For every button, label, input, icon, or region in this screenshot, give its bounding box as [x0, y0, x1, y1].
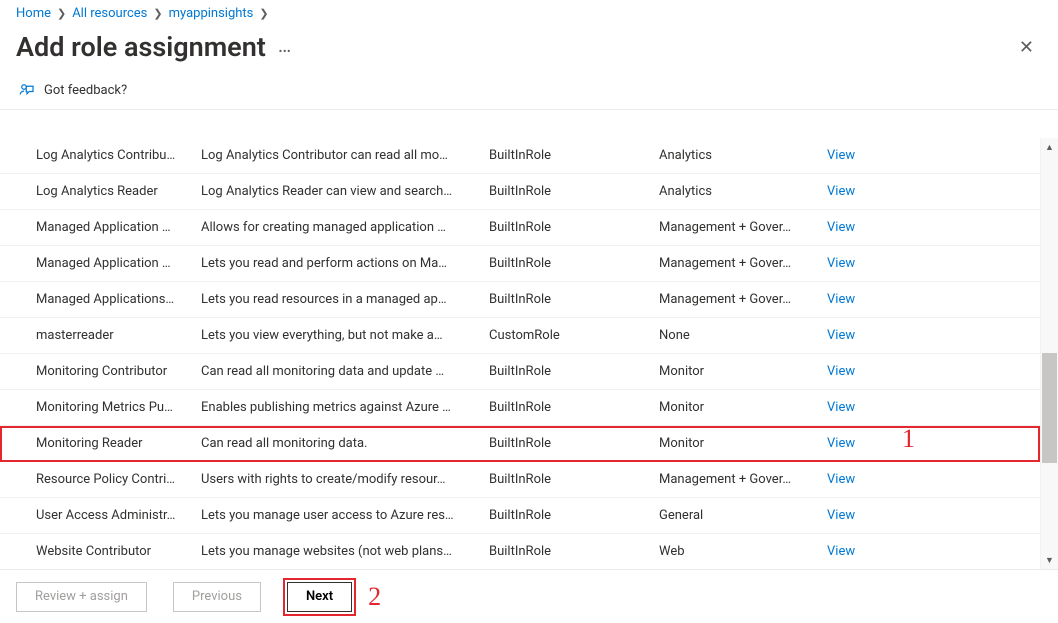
role-description: Lets you read resources in a managed ap…: [201, 292, 489, 307]
role-category: Web: [659, 544, 827, 559]
role-category: Management + Gover…: [659, 292, 827, 307]
role-category: Management + Gover…: [659, 472, 827, 487]
role-type: BuiltInRole: [489, 508, 659, 523]
role-type: BuiltInRole: [489, 148, 659, 163]
role-view-link[interactable]: View: [827, 292, 855, 307]
role-view-link[interactable]: View: [827, 508, 855, 523]
role-view-link[interactable]: View: [827, 364, 855, 379]
role-description: Lets you read and perform actions on Ma…: [201, 256, 489, 271]
role-view-link[interactable]: View: [827, 436, 855, 451]
role-type: BuiltInRole: [489, 436, 659, 451]
role-name: Website Contributor: [36, 544, 201, 559]
role-row[interactable]: Log Analytics ReaderLog Analytics Reader…: [0, 174, 1040, 210]
role-description: Can read all monitoring data and update …: [201, 364, 489, 379]
role-description: Lets you manage websites (not web plans…: [201, 544, 489, 559]
scroll-down-icon[interactable]: ▼: [1041, 551, 1058, 569]
footer: Review + assign Previous Next 2: [0, 569, 1058, 623]
role-view-link[interactable]: View: [827, 184, 855, 199]
role-type: BuiltInRole: [489, 364, 659, 379]
role-name: Managed Application …: [36, 256, 201, 271]
role-type: BuiltInRole: [489, 184, 659, 199]
role-description: Lets you view everything, but not make a…: [201, 328, 489, 343]
annotation-2: 2: [368, 582, 381, 612]
role-category: Monitor: [659, 364, 827, 379]
next-button[interactable]: Next: [287, 582, 352, 612]
role-type: BuiltInRole: [489, 292, 659, 307]
role-description: Log Analytics Reader can view and search…: [201, 184, 489, 199]
role-category: Analytics: [659, 148, 827, 163]
breadcrumb: Home ❯ All resources ❯ myappinsights ❯: [0, 0, 1058, 23]
role-category: General: [659, 508, 827, 523]
more-button[interactable]: …: [278, 33, 291, 61]
role-name: Monitoring Metrics Pu…: [36, 400, 201, 415]
role-category: Management + Gover…: [659, 256, 827, 271]
role-view-link[interactable]: View: [827, 400, 855, 415]
role-name: Log Analytics Contribu…: [36, 148, 201, 163]
role-row[interactable]: User Access Administr…Lets you manage us…: [0, 498, 1040, 534]
role-name: Monitoring Reader: [36, 436, 201, 451]
role-category: Analytics: [659, 184, 827, 199]
role-category: Management + Gover…: [659, 220, 827, 235]
previous-button[interactable]: Previous: [173, 582, 261, 612]
close-button[interactable]: ✕: [1011, 33, 1042, 62]
roles-list: Log Analytics Contribu…Log Analytics Con…: [0, 138, 1040, 569]
role-name: Managed Application …: [36, 220, 201, 235]
breadcrumb-myappinsights[interactable]: myappinsights: [169, 6, 254, 21]
review-assign-button[interactable]: Review + assign: [16, 582, 147, 612]
role-name: Managed Applications…: [36, 292, 201, 307]
role-category: None: [659, 328, 827, 343]
role-category: Monitor: [659, 436, 827, 451]
role-view-link[interactable]: View: [827, 328, 855, 343]
role-description: Log Analytics Contributor can read all m…: [201, 148, 489, 163]
role-type: BuiltInRole: [489, 472, 659, 487]
chevron-right-icon: ❯: [257, 7, 270, 20]
feedback-label: Got feedback?: [44, 83, 127, 98]
role-name: Log Analytics Reader: [36, 184, 201, 199]
role-type: BuiltInRole: [489, 256, 659, 271]
breadcrumb-home[interactable]: Home: [16, 6, 51, 21]
role-type: BuiltInRole: [489, 400, 659, 415]
scroll-up-icon[interactable]: ▲: [1041, 138, 1058, 156]
feedback-button[interactable]: Got feedback?: [0, 71, 1058, 110]
annotation-1: 1: [902, 424, 915, 454]
role-row[interactable]: Log Analytics Contribu…Log Analytics Con…: [0, 138, 1040, 174]
feedback-icon: [18, 81, 36, 99]
role-row[interactable]: masterreaderLets you view everything, bu…: [0, 318, 1040, 354]
role-row[interactable]: Website ContributorLets you manage websi…: [0, 534, 1040, 569]
role-view-link[interactable]: View: [827, 472, 855, 487]
role-row[interactable]: Managed Applications…Lets you read resou…: [0, 282, 1040, 318]
role-category: Monitor: [659, 400, 827, 415]
role-type: BuiltInRole: [489, 544, 659, 559]
role-name: Monitoring Contributor: [36, 364, 201, 379]
role-name: User Access Administr…: [36, 508, 201, 523]
role-row[interactable]: Managed Application …Allows for creating…: [0, 210, 1040, 246]
page-title: Add role assignment: [16, 31, 266, 63]
role-type: CustomRole: [489, 328, 659, 343]
role-view-link[interactable]: View: [827, 220, 855, 235]
role-description: Can read all monitoring data.: [201, 436, 489, 451]
role-description: Lets you manage user access to Azure res…: [201, 508, 489, 523]
role-row[interactable]: Monitoring ContributorCan read all monit…: [0, 354, 1040, 390]
role-row[interactable]: Resource Policy Contri…Users with rights…: [0, 462, 1040, 498]
role-row[interactable]: Monitoring ReaderCan read all monitoring…: [0, 426, 1040, 462]
role-description: Users with rights to create/modify resou…: [201, 472, 489, 487]
chevron-right-icon: ❯: [151, 7, 164, 20]
role-description: Enables publishing metrics against Azure…: [201, 400, 489, 415]
role-row[interactable]: Monitoring Metrics Pu…Enables publishing…: [0, 390, 1040, 426]
role-name: masterreader: [36, 328, 201, 343]
role-view-link[interactable]: View: [827, 148, 855, 163]
role-row[interactable]: Managed Application …Lets you read and p…: [0, 246, 1040, 282]
scrollbar-thumb[interactable]: [1042, 353, 1057, 463]
breadcrumb-all-resources[interactable]: All resources: [72, 6, 147, 21]
role-view-link[interactable]: View: [827, 256, 855, 271]
role-type: BuiltInRole: [489, 220, 659, 235]
role-view-link[interactable]: View: [827, 544, 855, 559]
role-description: Allows for creating managed application …: [201, 220, 489, 235]
role-name: Resource Policy Contri…: [36, 472, 201, 487]
chevron-right-icon: ❯: [55, 7, 68, 20]
scrollbar[interactable]: ▲ ▼: [1040, 138, 1058, 569]
